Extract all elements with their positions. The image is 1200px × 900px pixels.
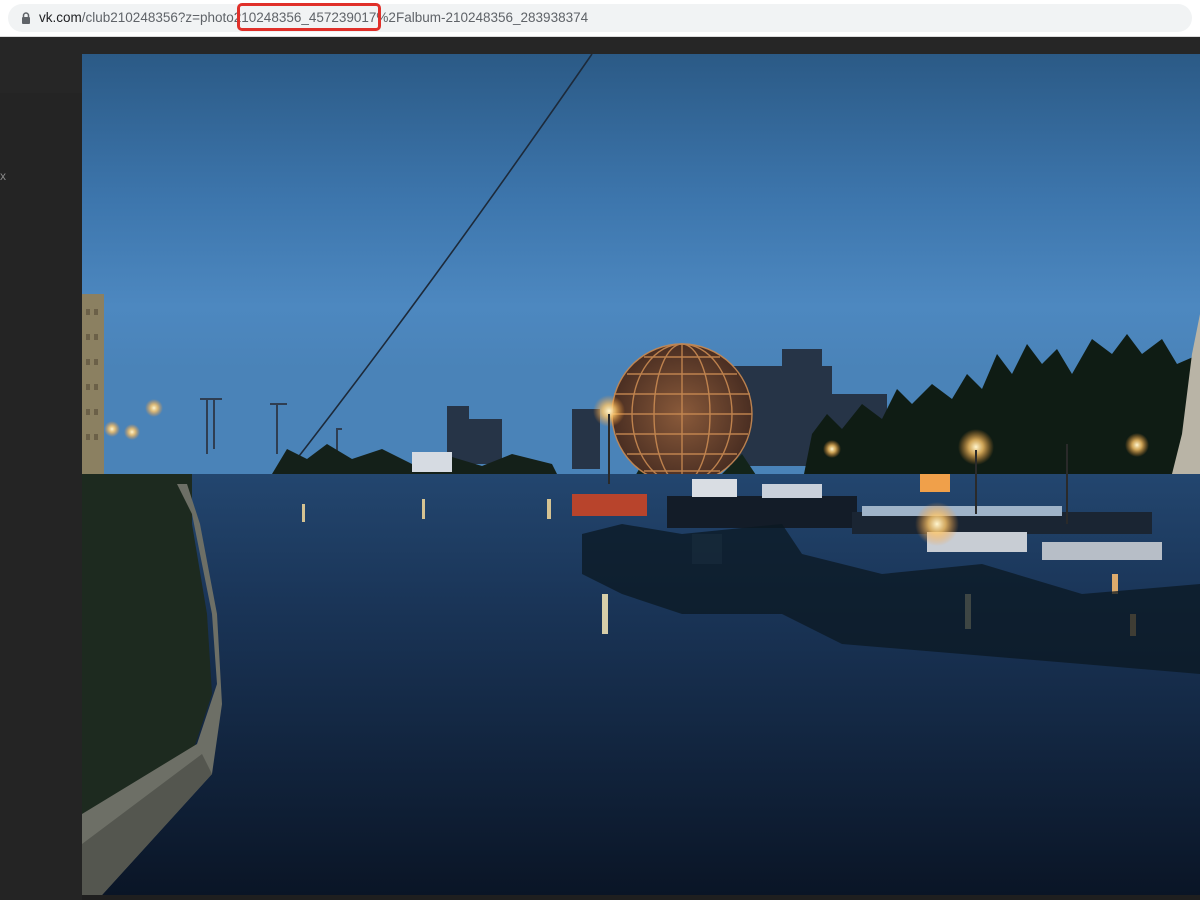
lock-icon[interactable] [19, 11, 33, 25]
vk-page-background: x [0, 37, 1200, 900]
close-icon[interactable]: x [0, 169, 6, 183]
globe-sphere [611, 343, 753, 485]
url-text[interactable]: vk.com/club210248356?z=photo210248356_45… [39, 10, 588, 26]
url-host: vk.com [39, 10, 82, 25]
photo-viewer-image[interactable] [82, 54, 1200, 895]
browser-address-bar: vk.com/club210248356?z=photo210248356_45… [0, 0, 1200, 37]
url-path: /club210248356?z=photo210248356_45723901… [81, 10, 589, 25]
night-river-photo [82, 54, 1200, 895]
vk-sidebar-dimmed: x [0, 93, 82, 900]
url-field[interactable]: vk.com/club210248356?z=photo210248356_45… [8, 4, 1192, 32]
